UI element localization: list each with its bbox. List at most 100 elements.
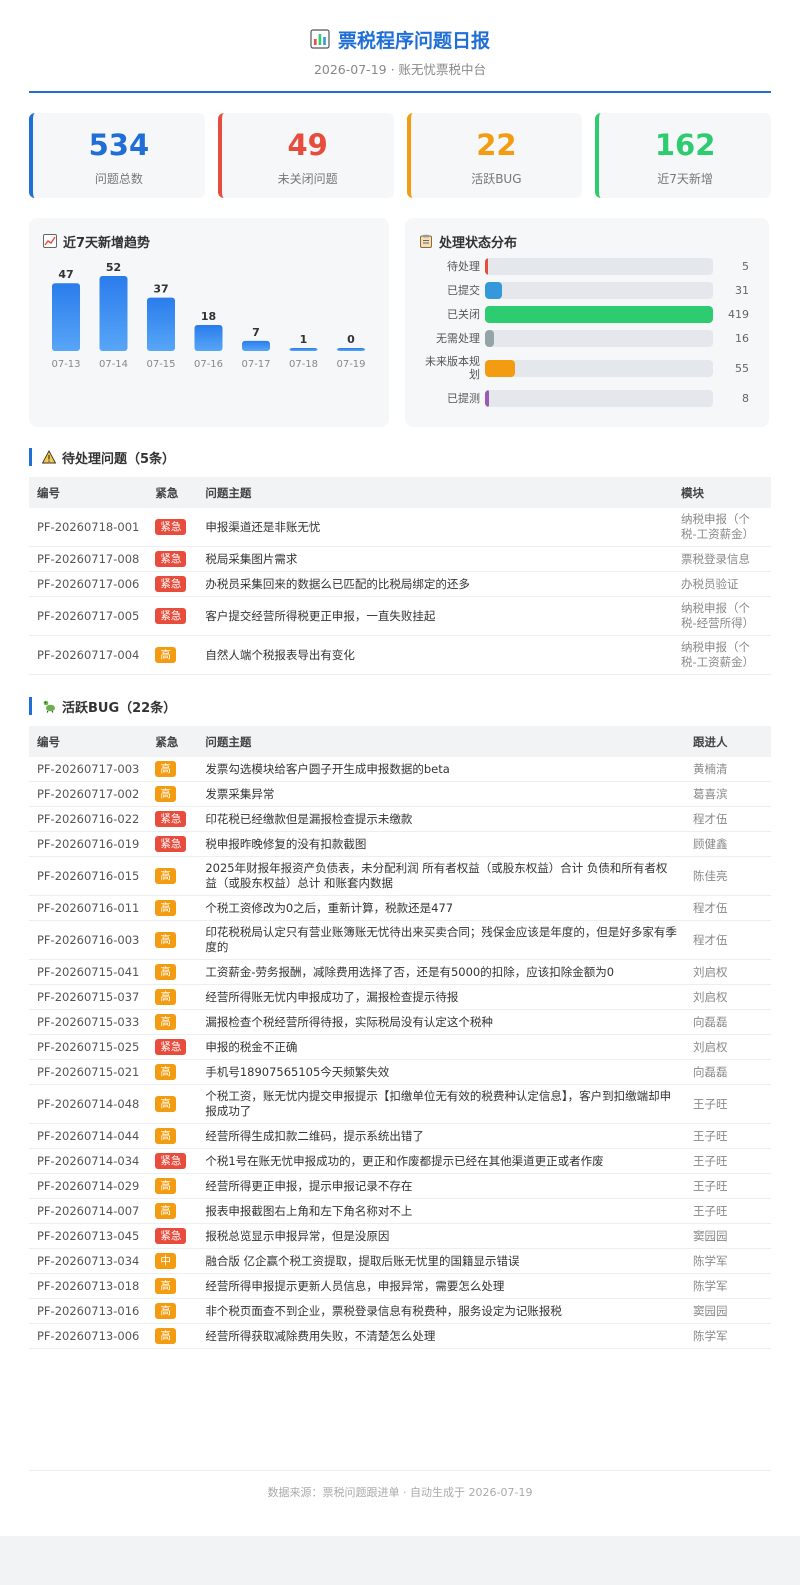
status-bar-fill [485,305,713,323]
issue-owner: 程才伍 [685,806,771,832]
table-row[interactable]: PF-20260714-029 高 经营所得更正申报，提示申报记录不存在 王子旺 [29,1173,771,1199]
issue-subject: 申报的税金不正确 [197,1034,686,1060]
footer-text: 数据来源：票税问题跟进单 · 自动生成于 2026-07-19 [267,1486,533,1499]
issue-subject: 发票采集异常 [197,781,686,807]
col-header-owner: 跟进人 [693,734,728,749]
issue-subject: 报表申报截图右上角和左下角名称对不上 [197,1198,686,1224]
issue-id: PF-20260714-048 [29,1084,148,1124]
table-row[interactable]: PF-20260714-007 高 报表申报截图右上角和左下角名称对不上 王子旺 [29,1198,771,1224]
table-row[interactable]: PF-20260713-034 中 融合版 亿企赢个税工资提取，提取后账无忧里的国籍… [29,1248,771,1274]
status-bar-track [485,329,713,347]
trend-category-label: 07-17 [241,359,270,370]
issue-id: PF-20260717-004 [29,635,148,675]
status-count: 16 [735,331,749,345]
table-row[interactable]: PF-20260715-033 高 漏报检查个税经营所得待报，实际税局没有认定这个税… [29,1009,771,1035]
issue-owner: 刘启权 [685,984,771,1010]
urgency-badge: 高 [155,1203,176,1219]
issue-subject: 非个税页面查不到企业，票税登录信息有税费种，服务设定为记账报税 [197,1298,686,1324]
issue-level-cell: 高 [147,1009,198,1035]
table-row[interactable]: PF-20260716-003 高 印花税税局认定只有营业账簿账无忧待出来买卖合同；… [29,920,771,960]
kpi-label: 问题总数 [94,172,143,186]
table-row[interactable]: PF-20260715-037 高 经营所得账无忧内申报成功了，漏报检查提示待报 刘启… [29,984,771,1010]
trend-bar [194,325,223,351]
issue-level-cell: 高 [147,635,198,675]
table-row[interactable]: PF-20260718-001 紧急 申报渠道还是非账无忧 纳税申报（个税-工资薪金） [29,508,771,547]
issue-module: 纳税申报（个税-经营所得） [673,596,771,636]
issue-id: PF-20260715-025 [29,1034,148,1060]
issue-level-cell: 高 [147,1123,198,1149]
trend-bar [337,348,365,351]
table-row[interactable]: PF-20260715-041 高 工资薪金-劳务报酬，减除费用选择了否，还是有50… [29,959,771,985]
panels-row: 近7天新增趋势 47 07-13 52 07-14 37 07-15 18 07-16 7 07-… [29,218,771,427]
issue-subject: 申报渠道还是非账无忧 [197,508,674,547]
table-row[interactable]: PF-20260714-048 高 个税工资，账无忧内提交申报提示【扣缴单位无有效的… [29,1084,771,1124]
status-bar-fill [485,329,494,347]
urgency-badge: 紧急 [155,1228,187,1244]
issue-level-cell: 高 [147,856,198,896]
issue-subject: 个税工资，账无忧内提交申报提示【扣缴单位无有效的税费种认定信息】，客户到扣缴端却… [197,1084,686,1124]
table-row[interactable]: PF-20260713-045 紧急 报税总览显示申报异常，但是没原因 窦园园 [29,1223,771,1249]
urgency-badge: 紧急 [155,836,187,852]
table-row[interactable]: PF-20260713-018 高 经营所得申报提示更新人员信息，申报异常，需要怎么… [29,1273,771,1299]
issue-owner: 王子旺 [685,1084,771,1124]
table-row[interactable]: PF-20260716-015 高 2025年财报年报资产负债表，未分配利润 所有者… [29,856,771,896]
urgency-badge: 高 [155,932,176,948]
table-row[interactable]: PF-20260717-004 高 自然人端个税报表导出有变化 纳税申报（个税-工资薪… [29,635,771,675]
issue-id: PF-20260713-034 [29,1248,148,1274]
table-row[interactable]: PF-20260713-016 高 非个税页面查不到企业，票税登录信息有税费种，服务… [29,1298,771,1324]
issue-subject: 经营所得更正申报，提示申报记录不存在 [197,1173,686,1199]
issue-id: PF-20260713-045 [29,1223,148,1249]
table-row[interactable]: PF-20260714-034 紧急 个税1号在账无忧申报成功的，更正和作废都提示已… [29,1148,771,1174]
issue-level-cell: 高 [147,1323,198,1349]
issue-subject: 个税1号在账无忧申报成功的，更正和作废都提示已经在其他渠道更正或者作废 [197,1148,686,1174]
issue-subject: 税局采集图片需求 [197,546,674,572]
issue-id: PF-20260714-029 [29,1173,148,1199]
trend-panel: 近7天新增趋势 47 07-13 52 07-14 37 07-15 18 07-16 7 07-… [29,218,389,427]
kpi-row: 534 问题总数 49 未关闭问题 22 活跃BUG 162 近7天新增 [29,113,771,198]
table-row[interactable]: PF-20260715-025 紧急 申报的税金不正确 刘启权 [29,1034,771,1060]
table-row[interactable]: PF-20260716-011 高 个税工资修改为0之后，重新计算，税款还是477 程… [29,895,771,921]
table-row[interactable]: PF-20260713-006 高 经营所得获取减除费用失败，不清楚怎么处理 陈学军 [29,1323,771,1349]
urgency-badge: 高 [155,1096,176,1112]
issue-id: PF-20260717-008 [29,546,148,572]
table-row[interactable]: PF-20260717-008 紧急 税局采集图片需求 票税登录信息 [29,546,771,572]
status-distribution: 待处理 5 已提交 31 已关闭 419 无需处理 16 未来版本规划 55 已提测 8 [419,254,755,410]
urgency-badge: 紧急 [155,1153,187,1169]
issue-id: PF-20260713-006 [29,1323,148,1349]
table-row[interactable]: PF-20260717-003 高 发票勾选模块给客户圆子开生成申报数据的beta 黄… [29,757,771,782]
issue-subject: 印花税已经缴款但是漏报检查提示未缴款 [197,806,686,832]
issue-level-cell: 紧急 [147,1034,198,1060]
urgency-badge: 紧急 [155,519,187,535]
table-row[interactable]: PF-20260716-022 紧急 印花税已经缴款但是漏报检查提示未缴款 程才伍 [29,806,771,832]
issue-subject: 2025年财报年报资产负债表，未分配利润 所有者权益（或股东权益）合计 负债和所… [197,856,686,896]
table-row[interactable]: PF-20260716-019 紧急 税申报昨晚修复的没有扣款截图 顾健鑫 [29,831,771,857]
status-label: 无需处理 [436,331,480,345]
table-row[interactable]: PF-20260717-002 高 发票采集异常 葛喜滨 [29,781,771,807]
report-header: 票税程序问题日报 2026-07-19 · 账无忧票税中台 [29,0,771,93]
issue-level-cell: 高 [147,1059,198,1085]
pending-title-text: 待处理问题（5条） [62,451,176,467]
issue-subject: 发票勾选模块给客户圆子开生成申报数据的beta [197,757,686,782]
page-subtitle: 2026-07-19 · 账无忧票税中台 [313,62,487,77]
trend-bar-value: 1 [300,333,308,346]
table-row[interactable]: PF-20260714-044 高 经营所得生成扣款二维码，提示系统出错了 王子旺 [29,1123,771,1149]
table-row[interactable]: PF-20260717-005 紧急 客户提交经营所得税更正申报，一直失败挂起 纳税申… [29,596,771,636]
status-count: 5 [742,259,749,273]
urgency-badge: 高 [155,1064,176,1080]
urgency-badge: 紧急 [155,1039,187,1055]
issue-level-cell: 紧急 [147,806,198,832]
issue-module: 纳税申报（个税-工资薪金） [673,635,771,675]
urgency-badge: 高 [155,1014,176,1030]
col-header-id: 编号 [37,485,60,500]
issue-subject: 办税员采集回来的数据么已匹配的比税局绑定的还多 [197,571,674,597]
table-row[interactable]: PF-20260717-006 紧急 办税员采集回来的数据么已匹配的比税局绑定的还多… [29,571,771,597]
urgency-badge: 高 [155,989,176,1005]
table-row[interactable]: PF-20260715-021 高 手机号18907565105今天频繁失效 向磊磊 [29,1059,771,1085]
status-bar-track [485,281,713,299]
issue-owner: 陈佳亮 [685,856,771,896]
issue-level-cell: 紧急 [147,596,198,636]
status-count: 31 [735,283,749,297]
col-header-level: 紧急 [155,485,179,500]
issue-module: 办税员验证 [673,571,771,597]
status-bar-track [485,305,713,323]
